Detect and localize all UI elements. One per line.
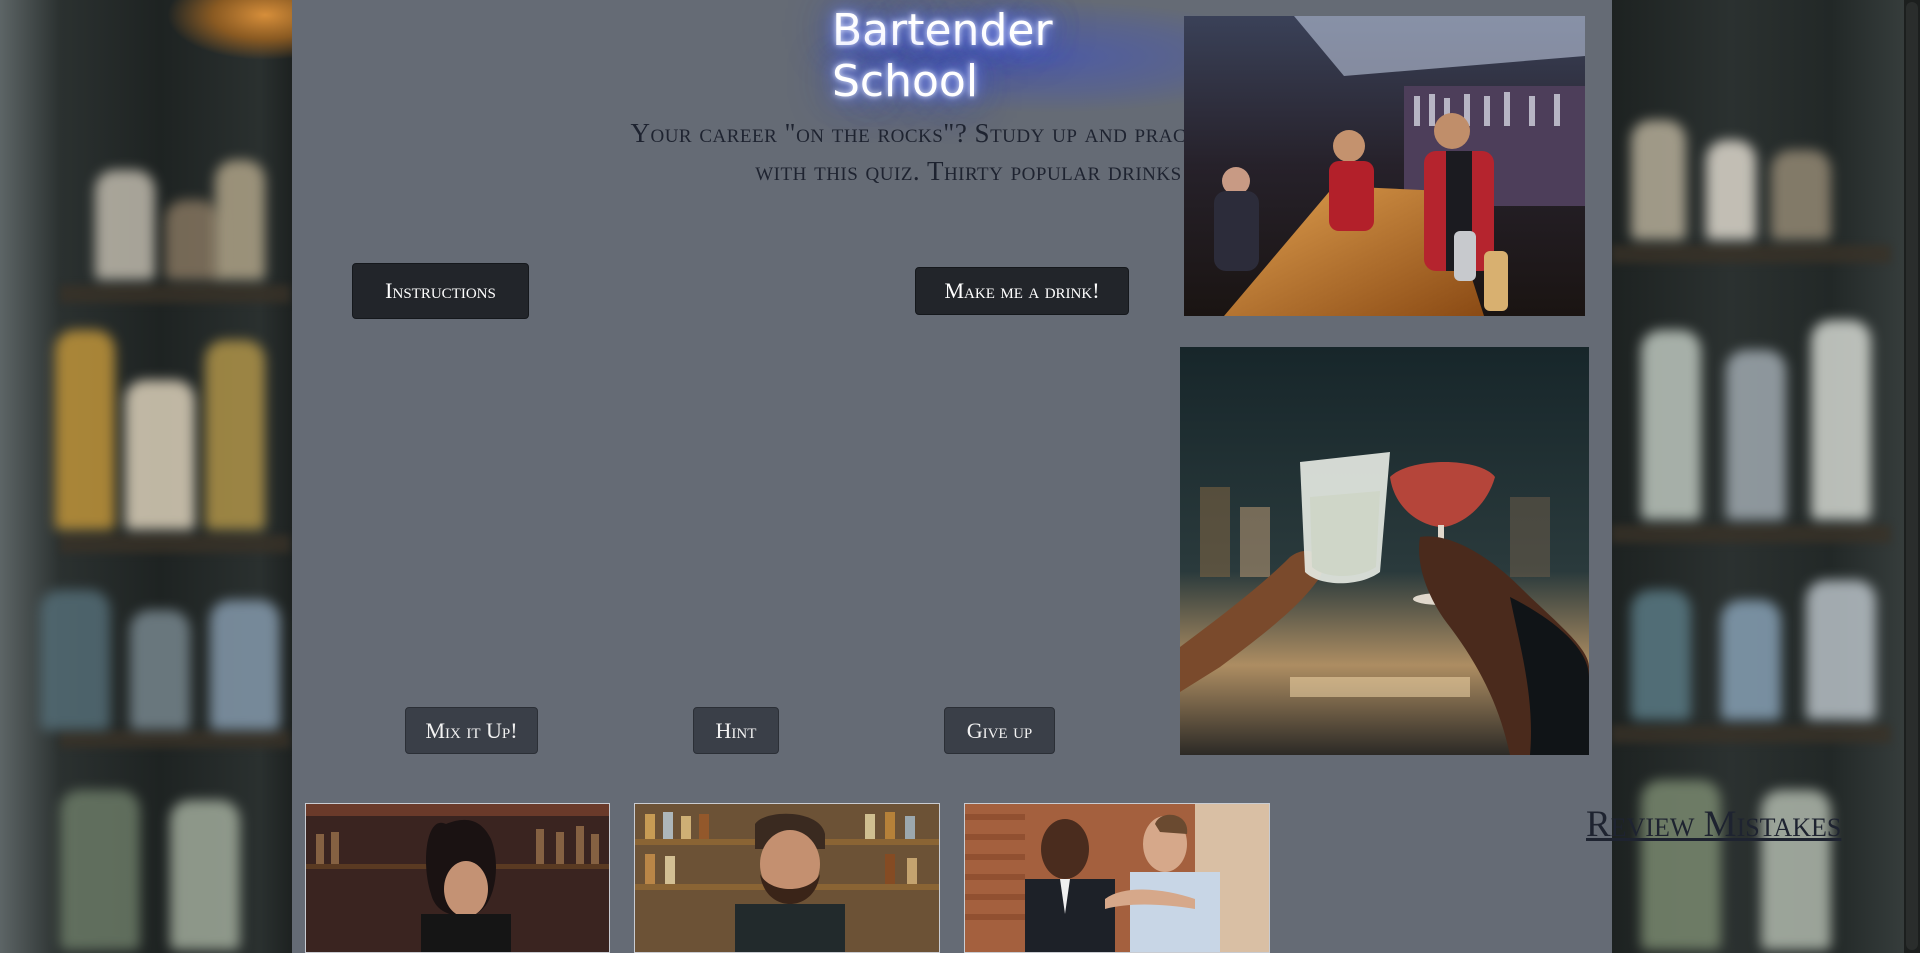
cocktail-toast-photo xyxy=(1180,347,1589,755)
give-up-button[interactable]: Give up xyxy=(944,707,1055,754)
instructions-button[interactable]: Instructions xyxy=(352,263,529,319)
make-drink-button[interactable]: Make me a drink! xyxy=(915,267,1129,315)
page-title: Bartender School xyxy=(832,5,1053,107)
main-panel: Bartender School Your career "on the roc… xyxy=(292,0,1841,953)
bartender-bearded-photo xyxy=(634,803,940,953)
scrollbar-thumb[interactable] xyxy=(1906,2,1918,950)
men-tasting-drinks-photo xyxy=(964,803,1270,953)
hint-button[interactable]: Hint xyxy=(693,707,779,754)
bar-counter-photo xyxy=(1184,16,1585,316)
review-mistakes-link[interactable]: Review Mistakes xyxy=(1586,803,1886,849)
bartender-curly-hair-photo xyxy=(305,803,610,953)
mix-it-up-button[interactable]: Mix it Up! xyxy=(405,707,538,754)
